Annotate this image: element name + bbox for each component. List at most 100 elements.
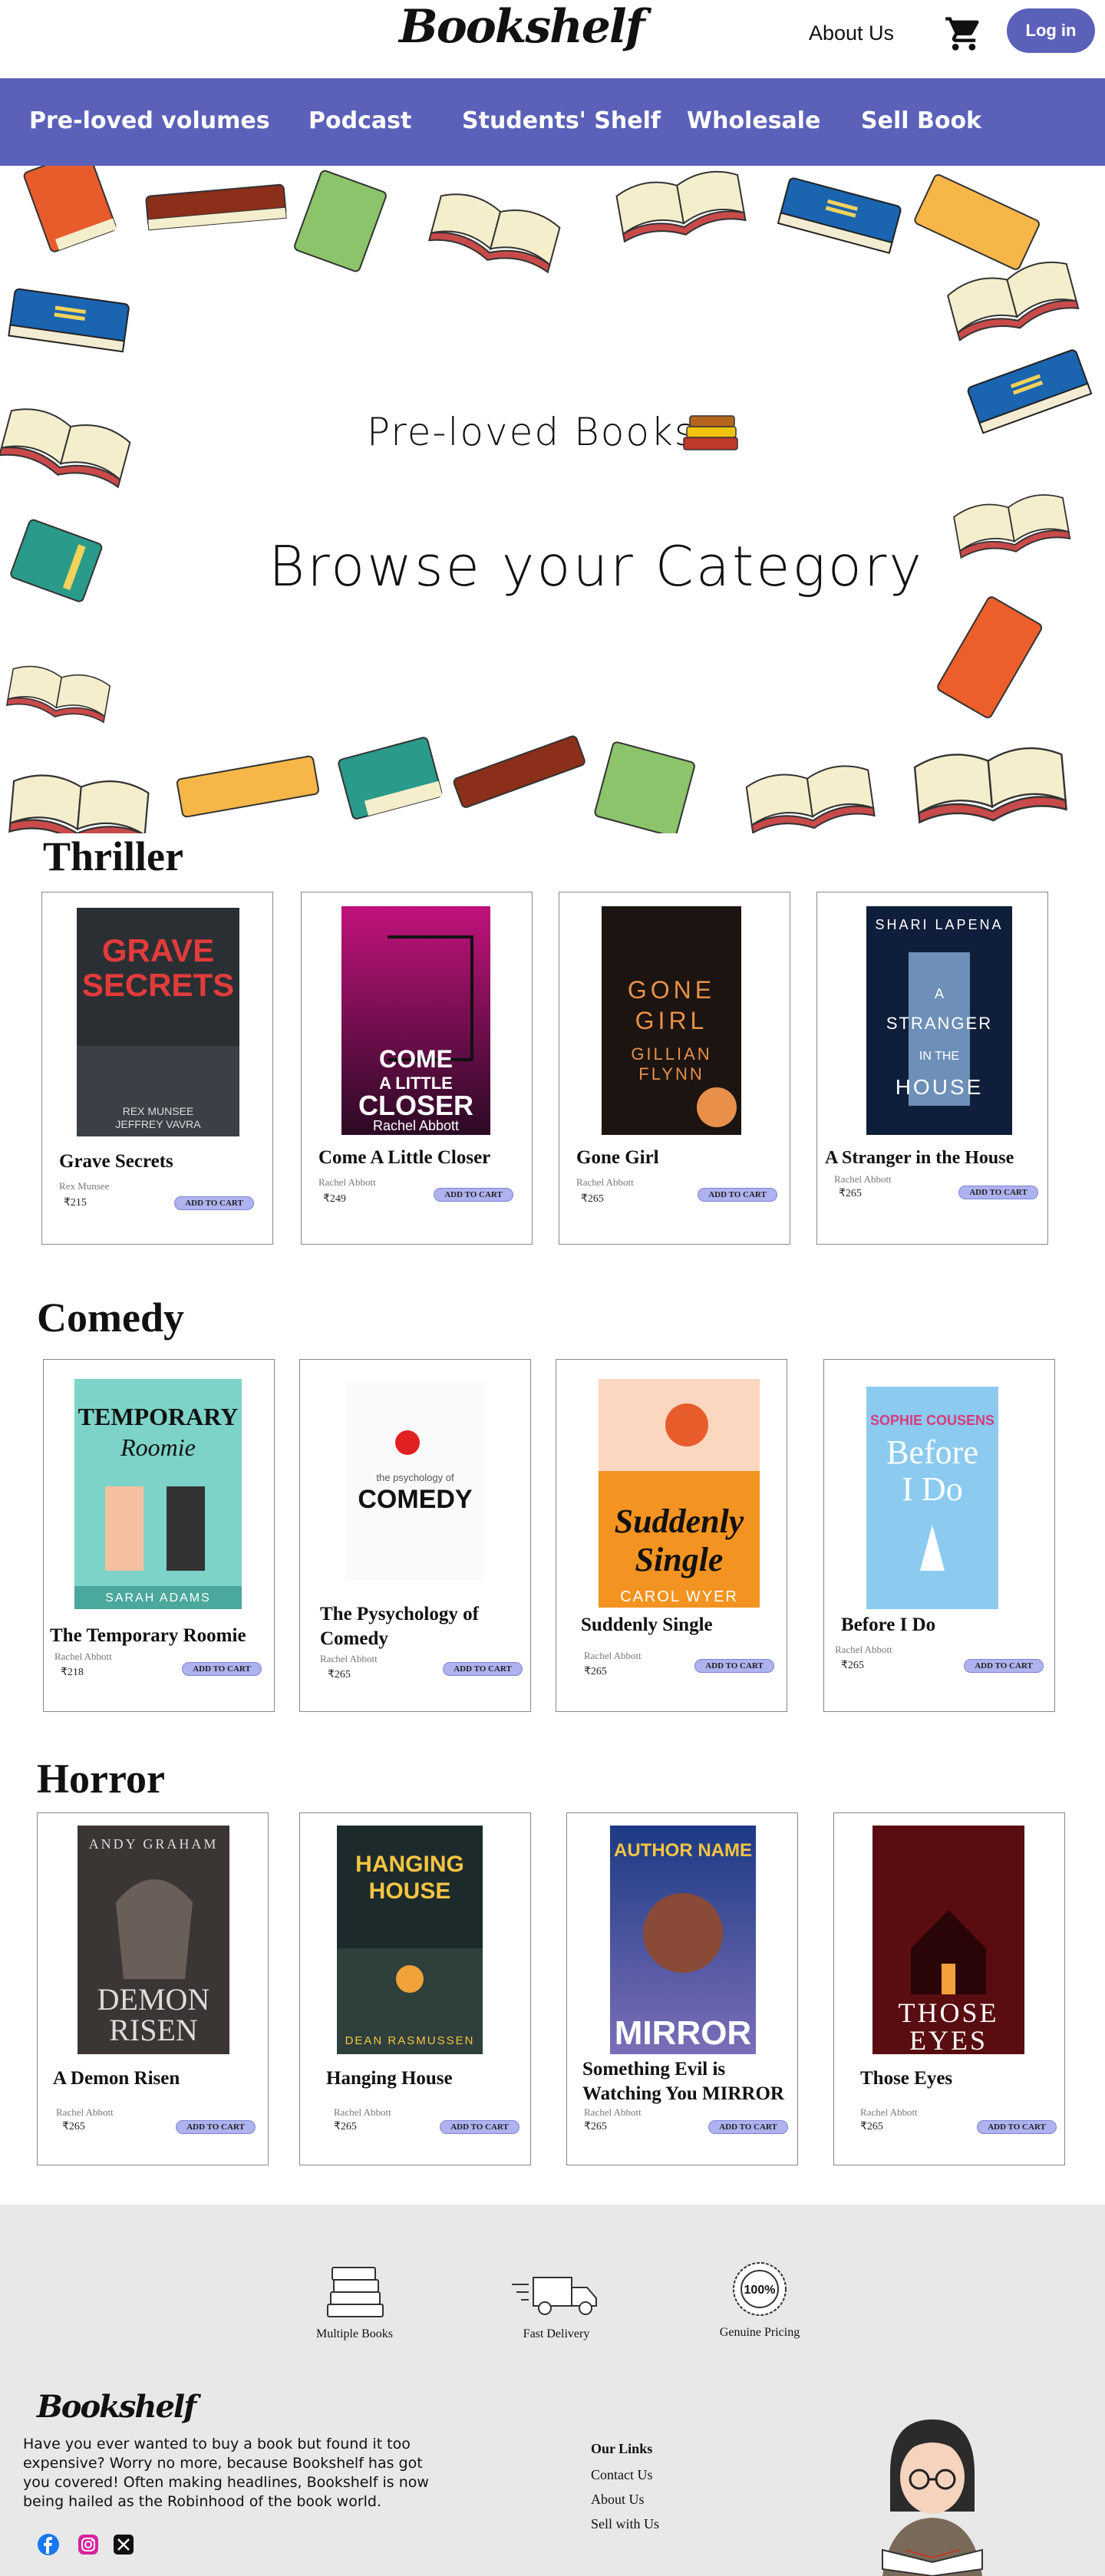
book-price: ₹249 [323,1193,346,1205]
book-cover[interactable]: THOSE EYES [872,1826,1024,2054]
book-title: The Temporary Roomie [50,1625,246,1646]
svg-text:EYES: EYES [909,2025,988,2054]
facebook-icon[interactable] [37,2533,60,2556]
svg-text:Before: Before [886,1433,978,1471]
add-to-cart-button[interactable]: ADD TO CART [708,2120,788,2134]
svg-text:SARAH ADAMS: SARAH ADAMS [105,1591,211,1605]
book-card[interactable]: GONE GIRL GILLIAN FLYNN Gone Girl Rachel… [559,892,790,1245]
book-title: A Stranger in the House [825,1148,1014,1168]
svg-text:ANDY GRAHAM: ANDY GRAHAM [89,1836,219,1852]
book-card[interactable]: SOPHIE COUSENS Before I Do Before I Do R… [823,1359,1055,1712]
book-card[interactable]: Suddenly Single CAROL WYER Suddenly Sing… [556,1359,787,1712]
svg-text:GONE: GONE [628,976,715,1004]
book-card[interactable]: COME A LITTLE CLOSER Rachel Abbott Come … [301,892,533,1245]
book-card[interactable]: TEMPORARY Roomie SARAH ADAMS The Tempora… [43,1359,275,1712]
add-to-cart-button[interactable]: ADD TO CART [176,2120,256,2134]
add-to-cart-button[interactable]: ADD TO CART [440,2120,520,2134]
book-cover[interactable]: HANGING HOUSE DEAN RASMUSSEN [337,1826,483,2054]
svg-text:A: A [935,986,944,1001]
reader-girl-illustration [882,2419,983,2576]
add-to-cart-button[interactable]: ADD TO CART [964,1659,1044,1673]
book-cover[interactable]: GONE GIRL GILLIAN FLYNN [602,906,741,1135]
svg-text:COME: COME [379,1045,453,1073]
svg-text:GIRL: GIRL [635,1007,708,1034]
book-card[interactable]: SHARI LAPENA A STRANGER IN THE HOUSE A S… [816,892,1048,1245]
book-author: Rachel Abbott [584,1650,642,1661]
book-cover[interactable]: GRAVE SECRETS REX MUNSEE JEFFREY VAVRA [77,908,239,1136]
svg-text:Single: Single [635,1541,724,1578]
add-to-cart-button[interactable]: ADD TO CART [174,1196,254,1210]
book-price: ₹265 [334,2121,357,2132]
book-price: ₹265 [328,1669,351,1681]
nav-item-preloved-volumes[interactable]: Pre-loved volumes [29,107,270,134]
footer-link-contact[interactable]: Contact Us [591,2467,653,2483]
book-author: Rachel Abbott [334,2106,391,2118]
svg-text:GILLIAN: GILLIAN [631,1044,711,1064]
book-cover[interactable]: SHARI LAPENA A STRANGER IN THE HOUSE [866,906,1012,1135]
book-title: Grave Secrets [59,1151,173,1172]
svg-text:HOUSE: HOUSE [369,1878,451,1904]
svg-text:CLOSER: CLOSER [358,1090,473,1121]
book-title: Gone Girl [576,1147,659,1168]
book-price: ₹265 [860,2121,883,2132]
nav-item-sell-book[interactable]: Sell Book [861,107,981,134]
book-cover[interactable]: AUTHOR NAME MIRROR [610,1826,756,2054]
book-card[interactable]: ANDY GRAHAM DEMON RISEN A Demon Risen Ra… [37,1812,269,2165]
add-to-cart-button[interactable]: ADD TO CART [434,1188,513,1202]
instagram-icon[interactable] [77,2533,100,2556]
main-nav: Pre-loved volumes Podcast Students' Shel… [0,78,1105,166]
footer-link-sell[interactable]: Sell with Us [591,2516,659,2532]
book-title: Something Evil is Watching You MIRROR [582,2059,784,2104]
add-to-cart-button[interactable]: ADD TO CART [182,1662,262,1676]
add-to-cart-button[interactable]: ADD TO CART [443,1662,523,1676]
footer-link-about[interactable]: About Us [591,2492,645,2508]
svg-text:SOPHIE COUSENS: SOPHIE COUSENS [870,1413,995,1428]
feature-multiple-books: Multiple Books [308,2266,401,2341]
add-to-cart-button[interactable]: ADD TO CART [698,1188,777,1202]
footer-logo[interactable]: Bookshelf [37,2389,196,2425]
hero-banner: Pre-loved Books Browse your Category [0,166,1105,833]
book-title: A Demon Risen [53,2068,180,2089]
book-author: Rachel Abbott [584,2106,642,2118]
x-twitter-icon[interactable] [112,2533,135,2556]
book-cover[interactable]: TEMPORARY Roomie SARAH ADAMS [74,1379,242,1609]
hero-title: Browse your Category [269,534,924,599]
book-title: Before I Do [841,1615,936,1635]
cart-icon[interactable] [944,14,984,54]
book-author: Rex Munsee [59,1180,110,1192]
svg-text:AUTHOR NAME: AUTHOR NAME [614,1840,752,1861]
nav-item-students-shelf[interactable]: Students' Shelf [462,107,661,134]
svg-text:GRAVE: GRAVE [102,932,214,968]
book-price: ₹215 [64,1197,87,1209]
book-cover[interactable]: COME A LITTLE CLOSER Rachel Abbott [341,906,490,1135]
book-price: ₹265 [584,1666,607,1677]
site-logo[interactable]: Bookshelf [399,0,645,54]
book-card[interactable]: HANGING HOUSE DEAN RASMUSSEN Hanging Hou… [299,1812,531,2165]
feature-fast-delivery: Fast Delivery [506,2266,606,2341]
svg-text:HANGING: HANGING [355,1852,464,1877]
book-card[interactable]: AUTHOR NAME MIRROR Something Evil is Wat… [566,1812,798,2165]
svg-text:REX MUNSEE: REX MUNSEE [123,1105,194,1117]
book-cover[interactable]: the psychology of COMEDY [346,1381,484,1581]
nav-item-wholesale[interactable]: Wholesale [687,107,820,134]
add-to-cart-button[interactable]: ADD TO CART [958,1186,1038,1199]
add-to-cart-button[interactable]: ADD TO CART [977,2120,1057,2134]
about-us-link[interactable]: About Us [809,21,894,45]
svg-text:I Do: I Do [902,1470,962,1508]
book-card[interactable]: GRAVE SECRETS REX MUNSEE JEFFREY VAVRA G… [41,892,273,1245]
login-button[interactable]: Log in [1007,8,1095,53]
book-card[interactable]: THOSE EYES Those Eyes Rachel Abbott ₹265… [833,1812,1065,2165]
book-title: The Pysychology of Comedy [320,1604,479,1649]
book-title: Suddenly Single [581,1615,713,1635]
book-cover[interactable]: Suddenly Single CAROL WYER [599,1379,760,1608]
svg-text:COMEDY: COMEDY [358,1485,473,1514]
book-cover[interactable]: ANDY GRAHAM DEMON RISEN [78,1826,229,2054]
book-frame-illustration [0,166,1093,833]
book-stack-icon [327,2267,384,2317]
svg-text:SECRETS: SECRETS [82,967,234,1003]
book-card[interactable]: the psychology of COMEDY The Pysychology… [299,1359,531,1712]
svg-text:CAROL WYER: CAROL WYER [620,1588,738,1605]
add-to-cart-button[interactable]: ADD TO CART [694,1659,774,1673]
nav-item-podcast[interactable]: Podcast [308,107,411,134]
book-cover[interactable]: SOPHIE COUSENS Before I Do [866,1387,998,1609]
